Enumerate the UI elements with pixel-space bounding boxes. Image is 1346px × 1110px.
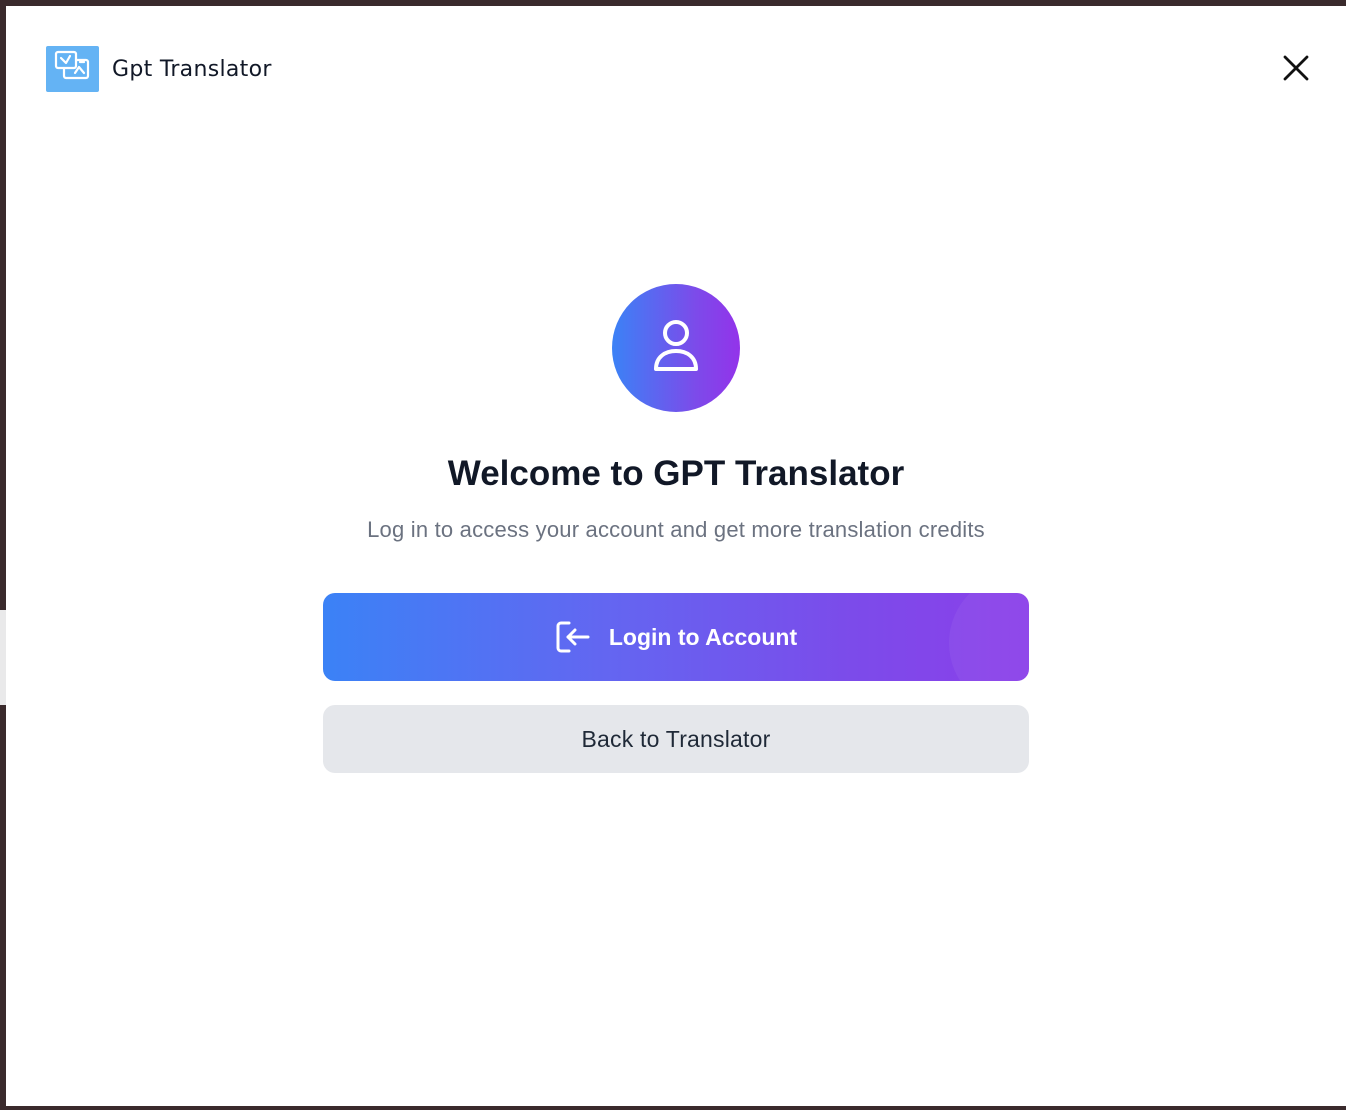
app-title: Gpt Translator <box>112 56 272 82</box>
close-button[interactable] <box>1276 50 1316 90</box>
login-dialog: Gpt Translator Welcome to GPT Translator… <box>6 6 1346 1106</box>
back-button-label: Back to Translator <box>581 725 771 752</box>
login-button-label: Login to Account <box>608 623 798 650</box>
login-button[interactable]: Login to Account <box>323 593 1029 681</box>
user-icon <box>652 318 700 379</box>
welcome-panel: Welcome to GPT Translator Log in to acce… <box>6 284 1346 773</box>
app-logo <box>46 46 99 92</box>
button-shine <box>949 593 1029 681</box>
back-to-translator-button[interactable]: Back to Translator <box>323 705 1029 773</box>
translate-swap-icon <box>53 49 93 90</box>
avatar <box>612 284 740 412</box>
dialog-header: Gpt Translator <box>46 46 272 92</box>
welcome-subtitle: Log in to access your account and get mo… <box>367 517 985 542</box>
login-arrow-icon <box>555 620 591 654</box>
close-icon <box>1282 54 1310 87</box>
welcome-title: Welcome to GPT Translator <box>447 454 905 493</box>
